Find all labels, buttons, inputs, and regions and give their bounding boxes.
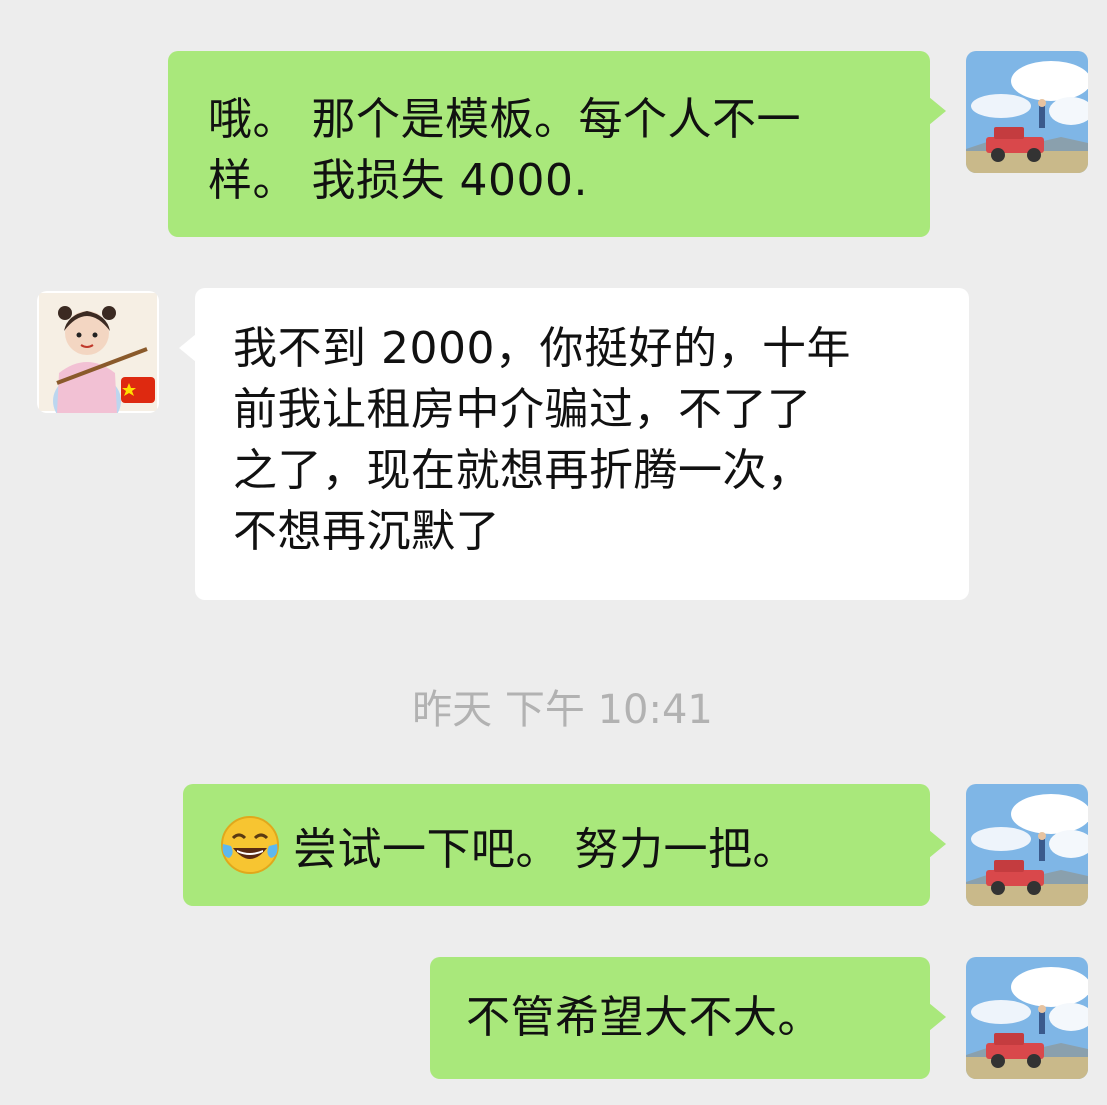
contact-avatar[interactable]	[37, 291, 159, 413]
bubble-tail	[929, 1003, 946, 1031]
message-text-line: 不想再沉默了	[233, 506, 500, 557]
girl-with-flute-icon	[37, 291, 159, 413]
chat-conversation: 哦。 那个是模板。每个人不一 样。 我损失 4000. 我不到 2000，你挺好…	[0, 0, 1107, 1105]
message-text-line: 我不到 2000，你挺好的，十年	[233, 323, 851, 374]
message-text-line: 之了，现在就想再折腾一次，	[233, 445, 812, 496]
message-text: 尝试一下吧。 努力一把。	[293, 824, 797, 875]
message-timestamp: 昨天 下午 10:41	[412, 687, 713, 733]
red-jeep-landscape-icon	[966, 784, 1088, 906]
bubble-tail	[179, 334, 196, 362]
bubble-tail	[929, 830, 946, 858]
my-message-bubble[interactable]: 尝试一下吧。 努力一把。	[183, 784, 946, 906]
my-avatar[interactable]	[966, 957, 1088, 1079]
bubble-tail	[929, 97, 946, 125]
contact-message-bubble[interactable]: 我不到 2000，你挺好的，十年 前我让租房中介骗过，不了了 之了，现在就想再折…	[179, 288, 969, 600]
my-avatar[interactable]	[966, 51, 1088, 173]
message-text-line: 前我让租房中介骗过，不了了	[233, 384, 812, 435]
my-avatar[interactable]	[966, 784, 1088, 906]
message-text-line: 样。 我损失 4000.	[208, 155, 588, 206]
my-message-bubble[interactable]: 哦。 那个是模板。每个人不一 样。 我损失 4000.	[168, 51, 946, 237]
my-message-bubble[interactable]: 不管希望大不大。	[430, 957, 946, 1079]
message-text-line: 哦。 那个是模板。每个人不一	[208, 94, 801, 145]
red-jeep-landscape-icon	[966, 957, 1088, 1079]
message-text: 不管希望大不大。	[466, 992, 822, 1043]
message-text-line: 尝试一下吧。 努力一把。	[219, 814, 910, 880]
red-jeep-landscape-icon	[966, 51, 1088, 173]
tears-of-joy-emoji-icon	[219, 814, 281, 876]
